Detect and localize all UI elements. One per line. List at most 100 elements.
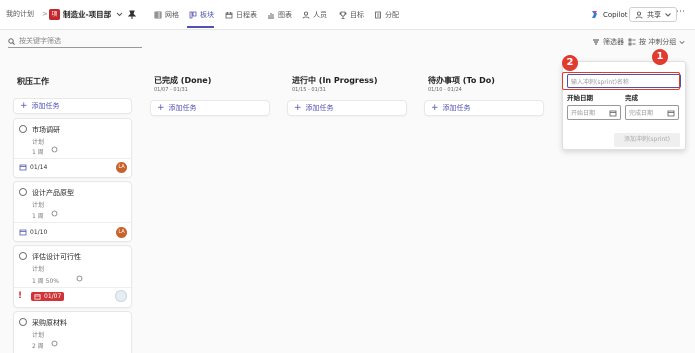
plus-icon: + <box>431 103 439 113</box>
chevron-down-icon <box>665 12 671 17</box>
task-card[interactable]: 设计产品原型 计划 1 周 01/10 LA <box>14 182 131 241</box>
breadcrumb-separator: > <box>42 10 48 18</box>
column-dates-in-progress: 01/15 - 01/31 <box>292 87 326 93</box>
chevron-down-icon <box>679 40 685 45</box>
filter-button[interactable]: 筛选器 <box>592 37 624 47</box>
highlight-box-sprint-name <box>562 72 680 90</box>
share-button[interactable]: 共享 <box>629 7 677 22</box>
copilot-label: Copilot <box>603 10 628 19</box>
project-title[interactable]: 制造业-项目部 <box>63 11 111 19</box>
add-task-button[interactable]: + 添加任务 <box>425 101 543 115</box>
tab-schedule-label: 日程表 <box>236 11 257 19</box>
more-options-icon[interactable]: ⋯ <box>676 8 685 17</box>
task-duration: 1 周 <box>32 149 44 156</box>
add-task-label: 添加任务 <box>168 104 197 112</box>
priority-urgent-icon: ! <box>18 291 23 301</box>
start-date-input[interactable]: 开始日期 <box>567 105 621 120</box>
due-date: 01/14 <box>19 163 47 171</box>
share-label: 共享 <box>647 10 661 19</box>
tab-goals[interactable]: 目标 <box>339 10 364 20</box>
column-title-done[interactable]: 已完成 (Done) <box>154 75 211 86</box>
filter-search-box[interactable]: 按关键字筛选 <box>8 35 142 48</box>
trophy-icon <box>339 11 347 19</box>
tab-board[interactable]: 板块 <box>189 10 214 20</box>
start-date-label: 开始日期 <box>567 94 593 102</box>
tab-grid[interactable]: 网格 <box>154 10 179 20</box>
filter-icon <box>593 39 599 45</box>
column-title-in-progress[interactable]: 进行中 (In Progress) <box>292 75 377 86</box>
people-icon <box>635 11 643 19</box>
plus-icon: + <box>20 101 28 111</box>
tab-charts-label: 图表 <box>278 11 292 19</box>
label-icon <box>51 210 58 217</box>
plus-icon: + <box>157 103 165 113</box>
tab-charts[interactable]: 图表 <box>267 10 292 20</box>
start-date-placeholder: 开始日期 <box>571 110 596 117</box>
avatar[interactable]: LA <box>116 227 127 238</box>
label-icon <box>76 275 83 282</box>
task-card[interactable]: 市场调研 计划 1 周 01/14 LA <box>14 119 131 177</box>
complete-checkbox[interactable] <box>19 318 27 326</box>
avatar[interactable]: LA <box>116 162 127 173</box>
assignment-icon <box>375 11 381 19</box>
group-by-button[interactable]: 按 冲刺分组 <box>628 37 685 47</box>
add-task-label: 添加任务 <box>442 104 471 112</box>
end-date-label: 完成 <box>625 94 638 102</box>
due-date: 01/10 <box>19 228 47 236</box>
due-date-text: 01/14 <box>30 163 48 171</box>
search-placeholder: 按关键字筛选 <box>19 37 61 45</box>
tab-people-label: 人员 <box>313 11 327 19</box>
complete-checkbox[interactable] <box>19 252 27 260</box>
add-task-button[interactable]: + 添加任务 <box>151 101 269 115</box>
label-icon <box>51 146 58 153</box>
assignee-placeholder-icon[interactable] <box>115 290 127 302</box>
people-icon <box>302 11 310 19</box>
breadcrumb-root[interactable]: 我的计划 <box>6 11 34 18</box>
calendar-icon[interactable] <box>609 109 617 117</box>
task-status: 计划 <box>32 266 45 273</box>
pin-icon[interactable] <box>128 10 136 19</box>
tab-schedule[interactable]: 日程表 <box>225 10 257 20</box>
tab-grid-label: 网格 <box>165 11 179 19</box>
complete-checkbox[interactable] <box>19 188 27 196</box>
task-title: 采购原材料 <box>32 319 67 327</box>
end-date-placeholder: 完成日期 <box>629 110 654 117</box>
due-date-text: 01/10 <box>30 228 48 236</box>
complete-checkbox[interactable] <box>19 125 27 133</box>
calendar-icon <box>34 294 41 300</box>
task-status: 计划 <box>32 139 45 146</box>
add-task-button[interactable]: + 添加任务 <box>288 101 406 115</box>
card-divider <box>14 222 131 223</box>
card-divider <box>14 158 131 159</box>
task-status: 计划 <box>32 332 45 339</box>
task-duration: 1 周 50% <box>32 278 59 285</box>
group-icon <box>628 38 636 46</box>
grid-icon <box>154 11 162 19</box>
column-dates-done: 01/07 - 01/31 <box>154 87 188 93</box>
calendar-icon <box>19 164 27 171</box>
top-bar: 我的计划 > 项 制造业-项目部 网格 板块 日程表 图表 人员 目标 分配 C… <box>0 0 695 30</box>
callout-marker-1: 1 <box>652 49 668 65</box>
column-title-todo[interactable]: 待办事项 (To Do) <box>428 75 495 86</box>
search-icon <box>8 37 15 45</box>
task-card[interactable]: 采购原材料 计划 2 周 <box>14 312 131 353</box>
tab-people[interactable]: 人员 <box>302 10 327 20</box>
calendar-icon <box>19 229 27 236</box>
chevron-down-icon[interactable] <box>116 12 123 17</box>
add-task-button[interactable]: + 添加任务 <box>14 99 131 113</box>
task-card[interactable]: 评估设计可行性 计划 1 周 50% ! 01/07 <box>14 246 131 307</box>
calendar-icon[interactable] <box>667 109 675 117</box>
tab-goals-label: 目标 <box>350 11 364 19</box>
column-dates-todo: 01/10 - 01/24 <box>428 87 462 93</box>
callout-marker-2: 2 <box>562 55 578 71</box>
calendar-icon <box>225 12 233 19</box>
end-date-input[interactable]: 完成日期 <box>625 105 679 120</box>
label-icon <box>51 340 58 347</box>
copilot-button[interactable]: Copilot <box>585 6 633 23</box>
add-task-label: 添加任务 <box>31 102 60 110</box>
tab-assignments-label: 分配 <box>385 11 399 19</box>
column-title-backlog[interactable]: 积压工作 <box>17 76 49 87</box>
add-sprint-button[interactable]: 添加冲刺(sprint) <box>614 133 680 147</box>
tab-assignments[interactable]: 分配 <box>374 10 399 20</box>
due-date-overdue: 01/07 <box>31 292 65 301</box>
